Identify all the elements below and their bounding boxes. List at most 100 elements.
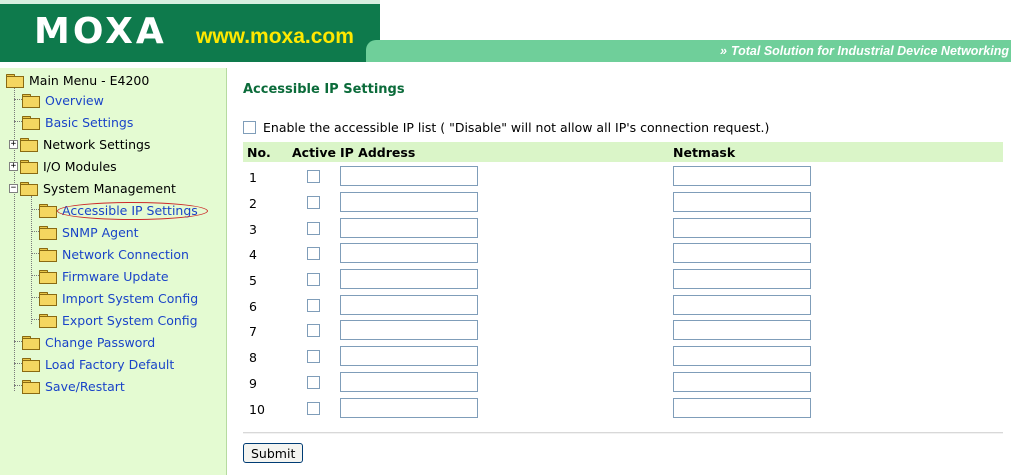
sidebar-root[interactable]: Main Menu - E4200	[6, 72, 149, 88]
table-row: 4	[243, 243, 1003, 264]
row-number: 6	[249, 299, 257, 314]
folder-icon	[22, 94, 40, 108]
tree-line	[14, 121, 22, 122]
sidebar-item-change-password[interactable]: Change Password	[22, 333, 155, 351]
netmask-input[interactable]	[673, 398, 811, 418]
netmask-input[interactable]	[673, 295, 811, 315]
row-number: 8	[249, 350, 257, 365]
ip-address-input[interactable]	[340, 295, 478, 315]
netmask-input[interactable]	[673, 243, 811, 263]
row-number: 5	[249, 273, 257, 288]
sidebar-item-label: SNMP Agent	[62, 224, 139, 240]
expand-plus-icon[interactable]: +	[9, 139, 18, 149]
active-checkbox[interactable]	[307, 196, 320, 209]
folder-icon	[39, 226, 57, 240]
folder-icon	[39, 292, 57, 306]
enable-accessible-ip-row: Enable the accessible IP list ( "Disable…	[243, 120, 769, 135]
moxa-logo: MOXA	[34, 11, 167, 52]
tree-line	[31, 275, 39, 276]
netmask-input[interactable]	[673, 269, 811, 289]
sidebar-item-snmp-agent[interactable]: SNMP Agent	[39, 223, 139, 241]
sidebar-menu: Main Menu - E4200 Overview Basic Setting…	[0, 68, 227, 475]
double-chevron-icon: »	[720, 44, 727, 58]
tree-line	[31, 231, 39, 232]
sidebar-item-firmware-update[interactable]: Firmware Update	[39, 267, 169, 285]
table-row: 7	[243, 320, 1003, 341]
table-row: 10	[243, 398, 1003, 419]
column-header-no: No.	[247, 145, 271, 160]
row-number: 2	[249, 196, 257, 211]
ip-address-input[interactable]	[340, 372, 478, 392]
table-row: 3	[243, 218, 1003, 239]
folder-icon	[39, 204, 57, 218]
netmask-input[interactable]	[673, 346, 811, 366]
tree-line	[14, 88, 15, 391]
column-header-active: Active	[292, 145, 336, 160]
sidebar-item-label: Import System Config	[62, 290, 199, 306]
sidebar-item-save-restart[interactable]: Save/Restart	[22, 377, 125, 395]
sidebar-item-basic-settings[interactable]: Basic Settings	[22, 113, 133, 131]
netmask-input[interactable]	[673, 218, 811, 238]
tree-line	[31, 297, 39, 298]
ip-address-input[interactable]	[340, 166, 478, 186]
sidebar-item-label: Save/Restart	[45, 378, 125, 394]
column-header-ip-address: IP Address	[340, 145, 416, 160]
sidebar-item-system-management[interactable]: − System Management	[9, 179, 176, 197]
row-number: 1	[249, 170, 257, 185]
tree-line	[31, 209, 39, 210]
column-header-netmask: Netmask	[673, 145, 736, 160]
ip-address-input[interactable]	[340, 269, 478, 289]
ip-address-input[interactable]	[340, 320, 478, 340]
sidebar-item-label: Firmware Update	[62, 268, 169, 284]
sidebar-item-import-system-config[interactable]: Import System Config	[39, 289, 198, 307]
sidebar-item-export-system-config[interactable]: Export System Config	[39, 311, 198, 329]
sidebar-item-overview[interactable]: Overview	[22, 91, 104, 109]
sidebar-item-label: Network Settings	[43, 136, 151, 152]
enable-accessible-ip-checkbox[interactable]	[243, 121, 256, 134]
netmask-input[interactable]	[673, 166, 811, 186]
folder-icon	[22, 358, 40, 372]
sidebar-item-label: I/O Modules	[43, 158, 117, 174]
tree-line	[31, 196, 32, 324]
submit-button[interactable]: Submit	[243, 443, 304, 463]
ip-address-input[interactable]	[340, 192, 478, 212]
active-checkbox[interactable]	[307, 299, 320, 312]
sidebar-item-io-modules[interactable]: + I/O Modules	[9, 157, 117, 175]
ip-address-input[interactable]	[340, 243, 478, 263]
netmask-input[interactable]	[673, 372, 811, 392]
active-checkbox[interactable]	[307, 222, 320, 235]
tree-line	[31, 253, 39, 254]
active-checkbox[interactable]	[307, 170, 320, 183]
ip-address-input[interactable]	[340, 218, 478, 238]
active-checkbox[interactable]	[307, 324, 320, 337]
sidebar-item-network-settings[interactable]: + Network Settings	[9, 135, 150, 153]
open-folder-icon	[20, 182, 38, 196]
tree-line	[14, 385, 22, 386]
table-row: 1	[243, 166, 1003, 187]
ip-address-input[interactable]	[340, 346, 478, 366]
row-number: 4	[249, 247, 257, 262]
tree-line	[31, 319, 39, 320]
netmask-input[interactable]	[673, 320, 811, 340]
folder-icon	[20, 138, 38, 152]
collapse-minus-icon[interactable]: −	[9, 183, 18, 193]
sidebar-item-label: Change Password	[45, 334, 156, 350]
page-header: MOXA www.moxa.com » Total Solution for In…	[0, 0, 1011, 62]
expand-plus-icon[interactable]: +	[9, 161, 18, 171]
active-checkbox[interactable]	[307, 376, 320, 389]
folder-icon	[22, 380, 40, 394]
active-checkbox[interactable]	[307, 247, 320, 260]
selection-highlight	[57, 202, 208, 220]
slogan: » Total Solution for Industrial Device Ne…	[720, 42, 1009, 60]
sidebar-item-network-connection[interactable]: Network Connection	[39, 245, 189, 263]
netmask-input[interactable]	[673, 192, 811, 212]
slogan-text: Total Solution for Industrial Device Net…	[730, 44, 1009, 58]
table-row: 8	[243, 346, 1003, 367]
sidebar-item-label: Load Factory Default	[45, 356, 175, 372]
active-checkbox[interactable]	[307, 273, 320, 286]
active-checkbox[interactable]	[307, 350, 320, 363]
sidebar-item-load-factory-default[interactable]: Load Factory Default	[22, 355, 174, 373]
active-checkbox[interactable]	[307, 402, 320, 415]
folder-icon	[39, 248, 57, 262]
ip-address-input[interactable]	[340, 398, 478, 418]
